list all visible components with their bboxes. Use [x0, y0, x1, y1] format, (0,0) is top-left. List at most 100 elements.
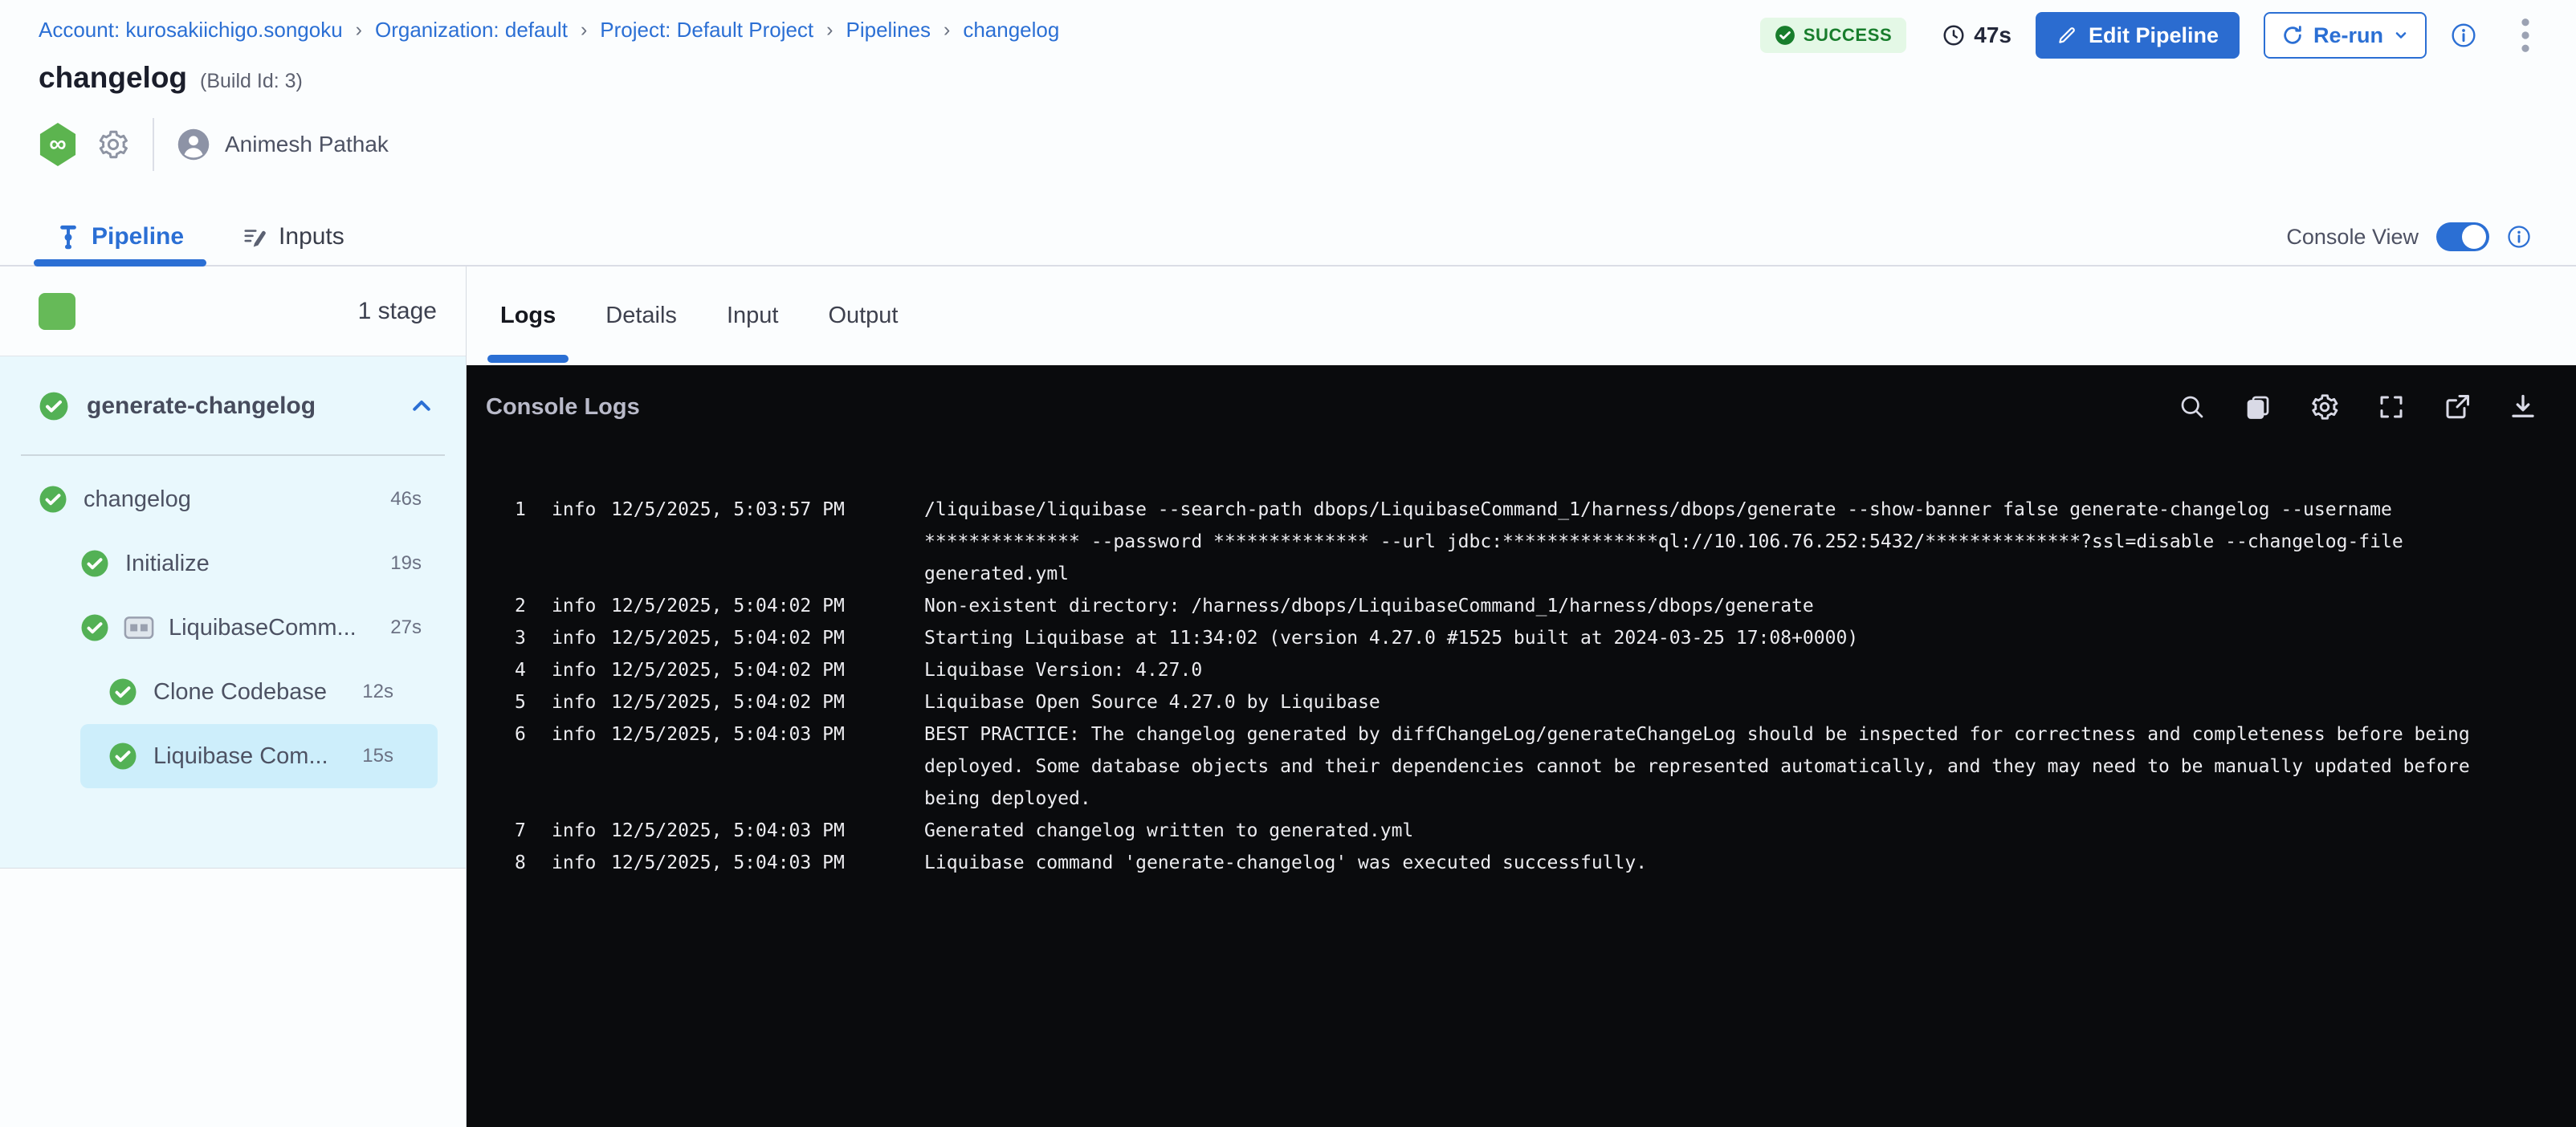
log-timestamp: 12/5/2025, 5:04:02 PM [611, 686, 924, 718]
edit-pipeline-button[interactable]: Edit Pipeline [2036, 12, 2240, 59]
gear-icon[interactable] [96, 128, 130, 161]
check-circle-icon [39, 391, 69, 421]
breadcrumb-item[interactable]: Organization: default › [375, 18, 600, 43]
page-title: changelog [39, 61, 187, 95]
breadcrumb-link[interactable]: Project: Default Project [600, 18, 813, 43]
chevron-right-icon: › [356, 18, 362, 42]
log-tab[interactable]: Details [605, 266, 677, 365]
log-line-number: 5 [515, 686, 552, 718]
step-tree-row[interactable]: changelog 46s [13, 467, 438, 531]
ci-module-icon: ∞ [39, 123, 77, 166]
log-line-number: 3 [515, 622, 552, 654]
breadcrumb-link[interactable]: Organization: default [375, 18, 568, 43]
log-message: Liquibase Open Source 4.27.0 by Liquibas… [924, 686, 2525, 718]
step-duration: 19s [390, 552, 438, 575]
stage-sidebar: 1 stage generate-changelog changelog [0, 266, 467, 1127]
more-options-icon[interactable] [2520, 17, 2531, 54]
breadcrumb-item[interactable]: Project: Default Project › [600, 18, 846, 43]
log-entry: 6 info 12/5/2025, 5:04:03 PM BEST PRACTI… [467, 718, 2576, 815]
breadcrumb-link[interactable]: Pipelines [846, 18, 931, 43]
log-line-number: 1 [515, 494, 552, 590]
triggered-by-user: Animesh Pathak [225, 132, 389, 157]
rerun-button[interactable]: Re-run [2264, 12, 2427, 59]
console-toolbar [2178, 392, 2537, 422]
tab-inputs[interactable]: Inputs [242, 209, 344, 265]
settings-gear-icon[interactable] [2309, 392, 2340, 422]
log-message: /liquibase/liquibase --search-path dbops… [924, 494, 2525, 590]
check-circle-icon [39, 485, 67, 514]
check-circle-icon [108, 742, 137, 771]
console-view-toggle[interactable] [2436, 222, 2489, 251]
log-tab[interactable]: Logs [500, 266, 556, 365]
step-tree-row[interactable]: LiquibaseComm... 27s [13, 596, 438, 660]
build-meta: ∞ Animesh Pathak [39, 119, 389, 170]
chevron-up-icon[interactable] [410, 394, 434, 418]
open-in-new-icon[interactable] [2443, 392, 2472, 422]
refresh-icon [2281, 24, 2304, 47]
execution-actions: SUCCESS 47s Edit Pipeline Re-run [1760, 10, 2531, 61]
tab-pipeline[interactable]: Pipeline [56, 209, 184, 265]
stage-graph-node[interactable] [39, 293, 75, 330]
log-level: info [552, 686, 611, 718]
stage-row[interactable]: generate-changelog [0, 356, 466, 456]
log-line-number: 7 [515, 815, 552, 847]
breadcrumb-link[interactable]: Account: kurosakiichigo.songoku [39, 18, 343, 43]
info-icon[interactable] [2451, 22, 2476, 48]
log-timestamp: 12/5/2025, 5:04:02 PM [611, 654, 924, 686]
log-entry: 2 info 12/5/2025, 5:04:02 PM Non-existen… [467, 590, 2576, 622]
step-tree: changelog 46s Initialize 19s [0, 456, 466, 868]
console-panel: Console Logs [467, 365, 2576, 1127]
step-tree-row[interactable]: Initialize 19s [13, 531, 438, 596]
chevron-right-icon: › [826, 18, 833, 42]
step-tree-row[interactable]: Liquibase Com... 15s [80, 724, 438, 788]
info-icon[interactable] [2507, 225, 2531, 249]
breadcrumb-item[interactable]: Pipelines › [846, 18, 963, 43]
breadcrumb-link[interactable]: changelog [963, 18, 1059, 43]
log-lines[interactable]: 1 info 12/5/2025, 5:03:57 PM /liquibase/… [467, 494, 2576, 879]
fullscreen-icon[interactable] [2377, 392, 2406, 422]
log-timestamp: 12/5/2025, 5:04:02 PM [611, 590, 924, 622]
log-timestamp: 12/5/2025, 5:04:03 PM [611, 847, 924, 879]
main-tabbar: Pipeline Inputs Console View [0, 209, 2576, 266]
status-badge: SUCCESS [1760, 18, 1907, 53]
build-id: (Build Id: 3) [200, 70, 303, 93]
step-tree-row[interactable]: Clone Codebase 12s [13, 660, 438, 724]
log-tab[interactable]: Input [727, 266, 779, 365]
stage-count: 1 stage [358, 298, 437, 325]
log-entry: 7 info 12/5/2025, 5:04:03 PM Generated c… [467, 815, 2576, 847]
console-view-control: Console View [2286, 222, 2531, 251]
log-timestamp: 12/5/2025, 5:04:03 PM [611, 815, 924, 847]
log-level: info [552, 494, 611, 590]
search-icon[interactable] [2178, 392, 2207, 422]
build-title: changelog (Build Id: 3) [39, 61, 303, 95]
duration-value: 47s [1974, 22, 2011, 48]
log-tabbar: Logs Details Input Output [467, 266, 2576, 365]
execution-content: 1 stage generate-changelog changelog [0, 266, 2576, 1127]
breadcrumb-item[interactable]: changelog › [963, 18, 1059, 43]
clock-icon [1942, 23, 1966, 47]
log-message: Liquibase command 'generate-changelog' w… [924, 847, 2525, 879]
step-name: changelog [84, 486, 191, 513]
console-title: Console Logs [486, 394, 640, 421]
log-line-number: 4 [515, 654, 552, 686]
step-name: Liquibase Com... [153, 743, 328, 770]
log-entry: 8 info 12/5/2025, 5:04:03 PM Liquibase c… [467, 847, 2576, 879]
log-level: info [552, 847, 611, 879]
log-tab[interactable]: Output [828, 266, 898, 365]
stage-panel: generate-changelog changelog 46s [0, 356, 466, 868]
stage-summary: 1 stage [0, 266, 466, 356]
toggle-knob [2462, 225, 2486, 249]
log-level: info [552, 815, 611, 847]
log-entry: 1 info 12/5/2025, 5:03:57 PM /liquibase/… [467, 494, 2576, 590]
download-icon[interactable] [2509, 392, 2537, 422]
check-circle-icon [108, 677, 137, 706]
log-entry: 5 info 12/5/2025, 5:04:02 PM Liquibase O… [467, 686, 2576, 718]
log-entry: 4 info 12/5/2025, 5:04:02 PM Liquibase V… [467, 654, 2576, 686]
stage-name: generate-changelog [87, 393, 316, 420]
chevron-right-icon: › [944, 18, 950, 42]
breadcrumb-item[interactable]: Account: kurosakiichigo.songoku › [39, 18, 375, 43]
step-duration: 15s [362, 745, 438, 767]
copy-icon[interactable] [2244, 392, 2272, 422]
log-level: info [552, 718, 611, 815]
page-header: Account: kurosakiichigo.songoku › Organi… [0, 0, 2576, 209]
